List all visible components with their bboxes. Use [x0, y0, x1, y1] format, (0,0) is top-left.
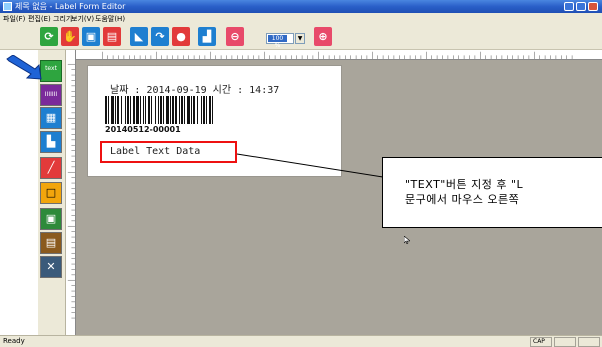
status-bar: Ready CAP [0, 335, 602, 347]
mouse-cursor-icon [404, 236, 410, 244]
scroll-indicator [578, 337, 600, 347]
callout-line-2: 문구에서 마우스 오른쪽 [405, 193, 520, 206]
num-indicator [554, 337, 576, 347]
status-text: Ready [3, 337, 25, 345]
caps-indicator: CAP [530, 337, 552, 347]
callout-line-1: "TEXT"버튼 지정 후 "L [405, 178, 524, 191]
